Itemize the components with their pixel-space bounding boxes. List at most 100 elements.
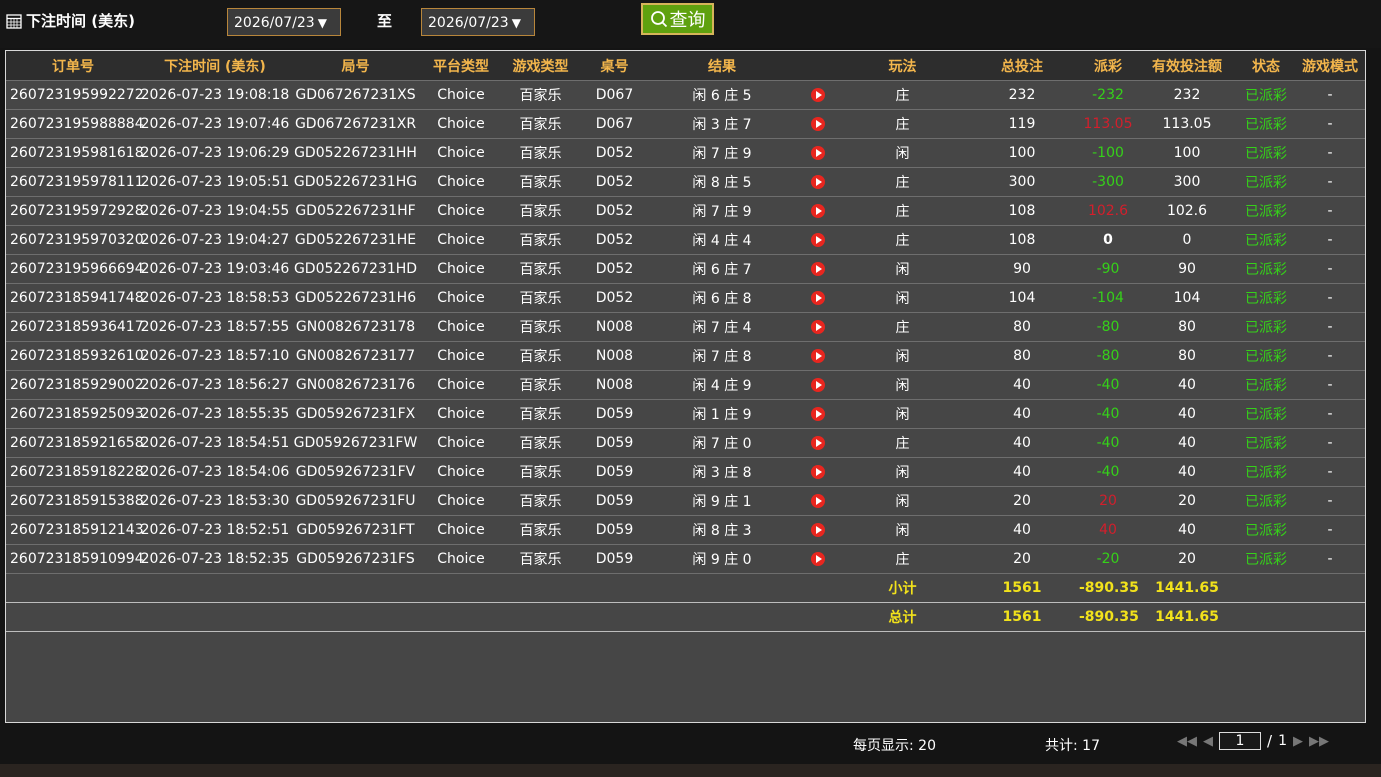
replay-cell[interactable] [795, 486, 840, 516]
status-cell: 已派彩 [1237, 138, 1295, 168]
payout-cell: 20 [1079, 486, 1137, 516]
replay-cell[interactable] [795, 109, 840, 139]
table-number-cell: D052 [580, 196, 649, 226]
last-page-icon[interactable]: ▶▶ [1309, 734, 1329, 749]
replay-cell[interactable] [795, 341, 840, 371]
round-cell: GD052267231HF [290, 196, 421, 226]
table-number-cell: D067 [580, 80, 649, 110]
platform-cell: Choice [421, 341, 501, 371]
play-video-icon[interactable] [810, 320, 825, 334]
play-video-icon[interactable] [810, 465, 825, 479]
query-button[interactable]: 查询 [641, 3, 714, 35]
replay-cell[interactable] [795, 283, 840, 313]
table-row: 260723195966694 2026-07-23 19:03:46 GD0522… [6, 254, 1365, 284]
play-video-icon[interactable] [810, 262, 825, 276]
payout-cell: -40 [1079, 399, 1137, 429]
valid-bet-cell: 40 [1137, 457, 1237, 487]
play-video-icon[interactable] [810, 117, 825, 131]
game-type-cell: 百家乐 [501, 254, 580, 284]
status-cell: 已派彩 [1237, 109, 1295, 139]
per-page-label: 每页显示: 20 [853, 738, 936, 754]
platform-cell: Choice [421, 399, 501, 429]
background-strip [0, 764, 1381, 777]
total-bet-cell: 100 [965, 138, 1079, 168]
bet-type-cell: 庄 [840, 167, 965, 197]
total-bet-cell: 232 [965, 80, 1079, 110]
table-number-cell: N008 [580, 341, 649, 371]
play-video-icon[interactable] [810, 523, 825, 537]
next-page-icon[interactable]: ▶ [1293, 734, 1303, 749]
play-video-icon[interactable] [810, 175, 825, 189]
replay-cell[interactable] [795, 457, 840, 487]
result-cell: 闲 8 庄 5 [649, 167, 795, 197]
empty-cell [290, 573, 421, 603]
replay-cell[interactable] [795, 399, 840, 429]
play-video-icon[interactable] [810, 233, 825, 247]
result-cell: 闲 7 庄 9 [649, 196, 795, 226]
bet-type-cell: 闲 [840, 486, 965, 516]
replay-cell[interactable] [795, 254, 840, 284]
payout-cell: -300 [1079, 167, 1137, 197]
replay-cell[interactable] [795, 544, 840, 574]
replay-cell[interactable] [795, 515, 840, 545]
game-type-cell: 百家乐 [501, 486, 580, 516]
valid-bet-cell: 80 [1137, 341, 1237, 371]
play-video-icon[interactable] [810, 88, 825, 102]
replay-cell[interactable] [795, 225, 840, 255]
play-video-icon[interactable] [810, 349, 825, 363]
play-video-icon[interactable] [810, 407, 825, 421]
payout-cell: -40 [1079, 457, 1137, 487]
platform-cell: Choice [421, 457, 501, 487]
table-number-cell: D067 [580, 109, 649, 139]
result-cell: 闲 6 庄 8 [649, 283, 795, 313]
time-cell: 2026-07-23 18:58:53 [140, 283, 290, 313]
status-cell: 已派彩 [1237, 341, 1295, 371]
replay-cell[interactable] [795, 80, 840, 110]
total-pages: 1 [1278, 733, 1287, 749]
game-type-cell: 百家乐 [501, 399, 580, 429]
game-mode-cell: - [1295, 457, 1365, 487]
table-row: 260723185929002 2026-07-23 18:56:27 GN0082… [6, 370, 1365, 400]
play-video-icon[interactable] [810, 291, 825, 305]
empty-cell [421, 602, 501, 632]
replay-cell[interactable] [795, 167, 840, 197]
first-page-icon[interactable]: ◀◀ [1177, 734, 1197, 749]
replay-cell[interactable] [795, 196, 840, 226]
result-cell: 闲 7 庄 0 [649, 428, 795, 458]
total-bet-cell: 104 [965, 283, 1079, 313]
replay-cell[interactable] [795, 312, 840, 342]
valid-bet-cell: 40 [1137, 399, 1237, 429]
play-video-icon[interactable] [810, 204, 825, 218]
time-cell: 2026-07-23 19:05:51 [140, 167, 290, 197]
end-date-select[interactable]: 2026/07/23 ▼ [421, 8, 535, 36]
play-video-icon[interactable] [810, 378, 825, 392]
total-bet-cell: 119 [965, 109, 1079, 139]
subtotal-row: 小计 1561 -890.35 1441.65 [6, 573, 1365, 603]
round-cell: GD067267231XR [290, 109, 421, 139]
platform-cell: Choice [421, 109, 501, 139]
table-number-cell: D052 [580, 283, 649, 313]
result-cell: 闲 8 庄 3 [649, 515, 795, 545]
prev-page-icon[interactable]: ◀ [1203, 734, 1213, 749]
platform-cell: Choice [421, 196, 501, 226]
replay-cell[interactable] [795, 428, 840, 458]
time-cell: 2026-07-23 18:56:27 [140, 370, 290, 400]
replay-cell[interactable] [795, 370, 840, 400]
play-video-icon[interactable] [810, 552, 825, 566]
calendar-icon [6, 13, 22, 29]
play-video-icon[interactable] [810, 146, 825, 160]
empty-cell [795, 573, 840, 603]
play-video-icon[interactable] [810, 436, 825, 450]
page-number-input[interactable]: 1 [1219, 732, 1261, 750]
result-cell: 闲 3 庄 8 [649, 457, 795, 487]
start-date-select[interactable]: 2026/07/23 ▼ [227, 8, 341, 36]
col-payout: 派彩 [1079, 51, 1137, 81]
valid-bet-cell: 102.6 [1137, 196, 1237, 226]
bet-type-cell: 闲 [840, 370, 965, 400]
empty-cell [1295, 602, 1365, 632]
status-cell: 已派彩 [1237, 457, 1295, 487]
status-cell: 已派彩 [1237, 515, 1295, 545]
replay-cell[interactable] [795, 138, 840, 168]
play-video-icon[interactable] [810, 494, 825, 508]
order-cell: 260723185932610 [6, 341, 144, 371]
